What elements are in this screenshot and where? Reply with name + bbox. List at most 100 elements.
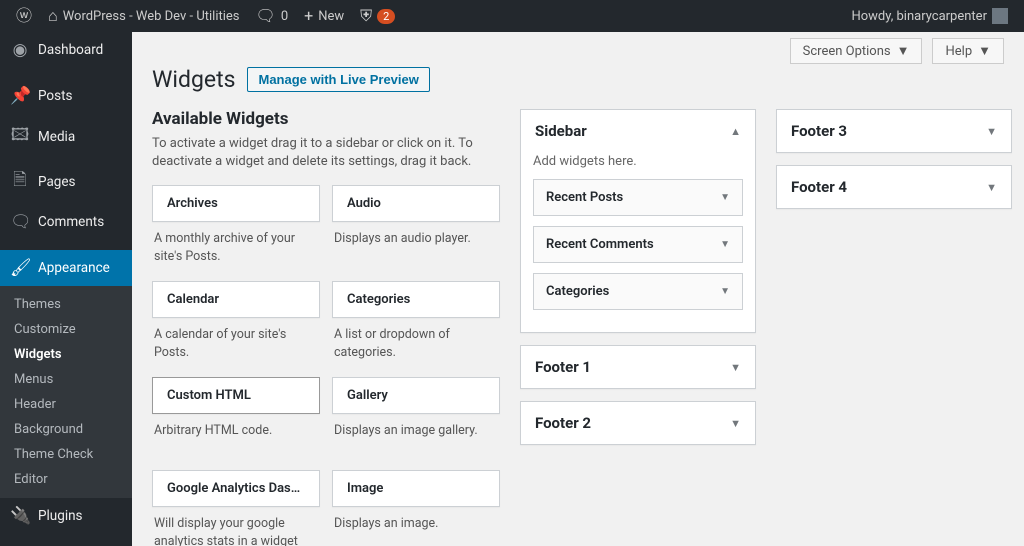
submenu-themes[interactable]: Themes <box>0 292 132 317</box>
menu-media[interactable]: 🖾Media <box>0 114 132 159</box>
site-name-link[interactable]: ⌂ WordPress - Web Dev - Utilities <box>40 0 248 32</box>
area-sidebar-hint: Add widgets here. <box>533 152 743 179</box>
area-footer2-header[interactable]: Footer 2▼ <box>521 402 755 444</box>
chevron-down-icon: ▼ <box>986 181 997 194</box>
widget-custom-html-desc: Arbitrary HTML code. <box>152 414 320 458</box>
wordpress-icon: ⓦ <box>16 8 32 24</box>
area-footer1-header[interactable]: Footer 1▼ <box>521 346 755 388</box>
placed-categories[interactable]: Categories▼ <box>533 273 743 310</box>
updates-badge: 2 <box>377 9 395 24</box>
plug-icon: 🔌 <box>10 506 30 526</box>
available-widgets-column: Available Widgets To activate a widget d… <box>152 109 500 546</box>
submenu-customize[interactable]: Customize <box>0 317 132 342</box>
page-icon: 🗎 <box>10 167 30 196</box>
menu-dashboard[interactable]: ◉Dashboard <box>0 32 132 68</box>
comments-count: 0 <box>281 9 288 24</box>
widget-audio-desc: Displays an audio player. <box>332 222 500 266</box>
howdy-text: Howdy, binarycarpenter <box>851 9 987 24</box>
site-name-text: WordPress - Web Dev - Utilities <box>63 9 240 24</box>
live-preview-button[interactable]: Manage with Live Preview <box>247 67 429 92</box>
widget-archives[interactable]: Archives <box>152 185 320 222</box>
menu-appearance[interactable]: 🖌Appearance <box>0 250 132 286</box>
placed-recent-posts[interactable]: Recent Posts▼ <box>533 179 743 216</box>
comments-link[interactable]: 🗨0 <box>248 0 297 32</box>
menu-comments[interactable]: 🗨Comments <box>0 204 132 240</box>
admin-bar-right: Howdy, binarycarpenter <box>843 0 1016 32</box>
widget-areas-column-1: Sidebar ▲ Add widgets here. Recent Posts… <box>520 109 756 457</box>
area-footer3: Footer 3▼ <box>776 109 1012 153</box>
widget-audio[interactable]: Audio <box>332 185 500 222</box>
page-title: Widgets <box>152 66 235 93</box>
brush-icon: 🖌 <box>10 258 30 278</box>
help-button[interactable]: Help▼ <box>932 38 1004 64</box>
menu-posts[interactable]: 📌Posts <box>0 78 132 114</box>
available-widgets-grid: Archives A monthly archive of your site'… <box>152 185 500 546</box>
scissors-icon: ✂ <box>10 542 30 546</box>
widget-google-analytics-desc: Will display your google analytics stats… <box>152 507 320 546</box>
widget-image[interactable]: Image <box>332 470 500 507</box>
area-footer1: Footer 1▼ <box>520 345 756 389</box>
comment-icon: 🗨 <box>10 212 30 232</box>
submenu-editor[interactable]: Editor <box>0 467 132 492</box>
widget-archives-desc: A monthly archive of your site's Posts. <box>152 222 320 269</box>
area-sidebar-body: Add widgets here. Recent Posts▼ Recent C… <box>521 152 755 332</box>
widget-areas-column-2: Footer 3▼ Footer 4▼ <box>776 109 1012 221</box>
screen-options-button[interactable]: Screen Options▼ <box>790 38 923 64</box>
admin-sidebar: ◉Dashboard 📌Posts 🖾Media 🗎Pages 🗨Comment… <box>0 32 132 546</box>
area-footer2: Footer 2▼ <box>520 401 756 445</box>
widget-google-analytics[interactable]: Google Analytics Dashb… <box>152 470 320 507</box>
widget-calendar[interactable]: Calendar <box>152 281 320 318</box>
chevron-down-icon: ▼ <box>720 239 730 250</box>
menu-snippets[interactable]: ✂Snippets <box>0 534 132 546</box>
submenu-menus[interactable]: Menus <box>0 367 132 392</box>
area-sidebar: Sidebar ▲ Add widgets here. Recent Posts… <box>520 109 756 333</box>
widget-categories[interactable]: Categories <box>332 281 500 318</box>
submenu-header[interactable]: Header <box>0 392 132 417</box>
page-heading: Widgets Manage with Live Preview <box>152 66 1004 93</box>
chevron-down-icon: ▼ <box>897 43 910 59</box>
widget-categories-desc: A list or dropdown of categories. <box>332 318 500 365</box>
admin-bar-left: ⓦ ⌂WordPress - Web Dev - Utilities 🗨0 +N… <box>8 0 403 32</box>
admin-bar: ⓦ ⌂WordPress - Web Dev - Utilities 🗨0 +N… <box>0 0 1024 32</box>
widget-gallery[interactable]: Gallery <box>332 377 500 414</box>
chevron-down-icon: ▼ <box>978 43 991 59</box>
pin-icon: 📌 <box>10 86 30 106</box>
widgets-columns: Available Widgets To activate a widget d… <box>152 109 1004 546</box>
new-content-link[interactable]: + New <box>296 0 352 32</box>
home-icon: ⌂ <box>48 8 58 24</box>
chevron-down-icon: ▼ <box>720 286 730 297</box>
shield-icon: ⛨ <box>360 8 372 24</box>
widget-gallery-desc: Displays an image gallery. <box>332 414 500 458</box>
area-footer3-header[interactable]: Footer 3▼ <box>777 110 1011 152</box>
menu-plugins[interactable]: 🔌Plugins <box>0 498 132 534</box>
top-actions: Screen Options▼ Help▼ <box>152 32 1004 64</box>
new-label: New <box>318 9 344 24</box>
chevron-down-icon: ▼ <box>720 192 730 203</box>
plus-icon: + <box>304 8 313 24</box>
placed-recent-comments[interactable]: Recent Comments▼ <box>533 226 743 263</box>
area-sidebar-header[interactable]: Sidebar ▲ <box>521 110 755 152</box>
avatar <box>992 8 1008 24</box>
widget-custom-html[interactable]: Custom HTML <box>152 377 320 414</box>
chevron-down-icon: ▼ <box>730 361 741 374</box>
dashboard-icon: ◉ <box>10 40 30 60</box>
updates-link[interactable]: ⛨2 <box>352 0 403 32</box>
widget-image-desc: Displays an image. <box>332 507 500 546</box>
area-footer4-header[interactable]: Footer 4▼ <box>777 166 1011 208</box>
area-footer4: Footer 4▼ <box>776 165 1012 209</box>
comment-icon: 🗨 <box>256 8 276 24</box>
wp-logo[interactable]: ⓦ <box>8 0 40 32</box>
widget-calendar-desc: A calendar of your site's Posts. <box>152 318 320 365</box>
media-icon: 🖾 <box>10 122 30 151</box>
chevron-up-icon: ▲ <box>730 125 741 138</box>
submenu-widgets[interactable]: Widgets <box>0 342 132 367</box>
chevron-down-icon: ▼ <box>986 125 997 138</box>
submenu-background[interactable]: Background <box>0 417 132 442</box>
submenu-theme-check[interactable]: Theme Check <box>0 442 132 467</box>
howdy-link[interactable]: Howdy, binarycarpenter <box>843 0 1016 32</box>
chevron-down-icon: ▼ <box>730 417 741 430</box>
menu-pages[interactable]: 🗎Pages <box>0 159 132 204</box>
main-content: Screen Options▼ Help▼ Widgets Manage wit… <box>132 32 1024 546</box>
available-desc: To activate a widget drag it to a sideba… <box>152 135 500 171</box>
appearance-submenu: Themes Customize Widgets Menus Header Ba… <box>0 286 132 498</box>
